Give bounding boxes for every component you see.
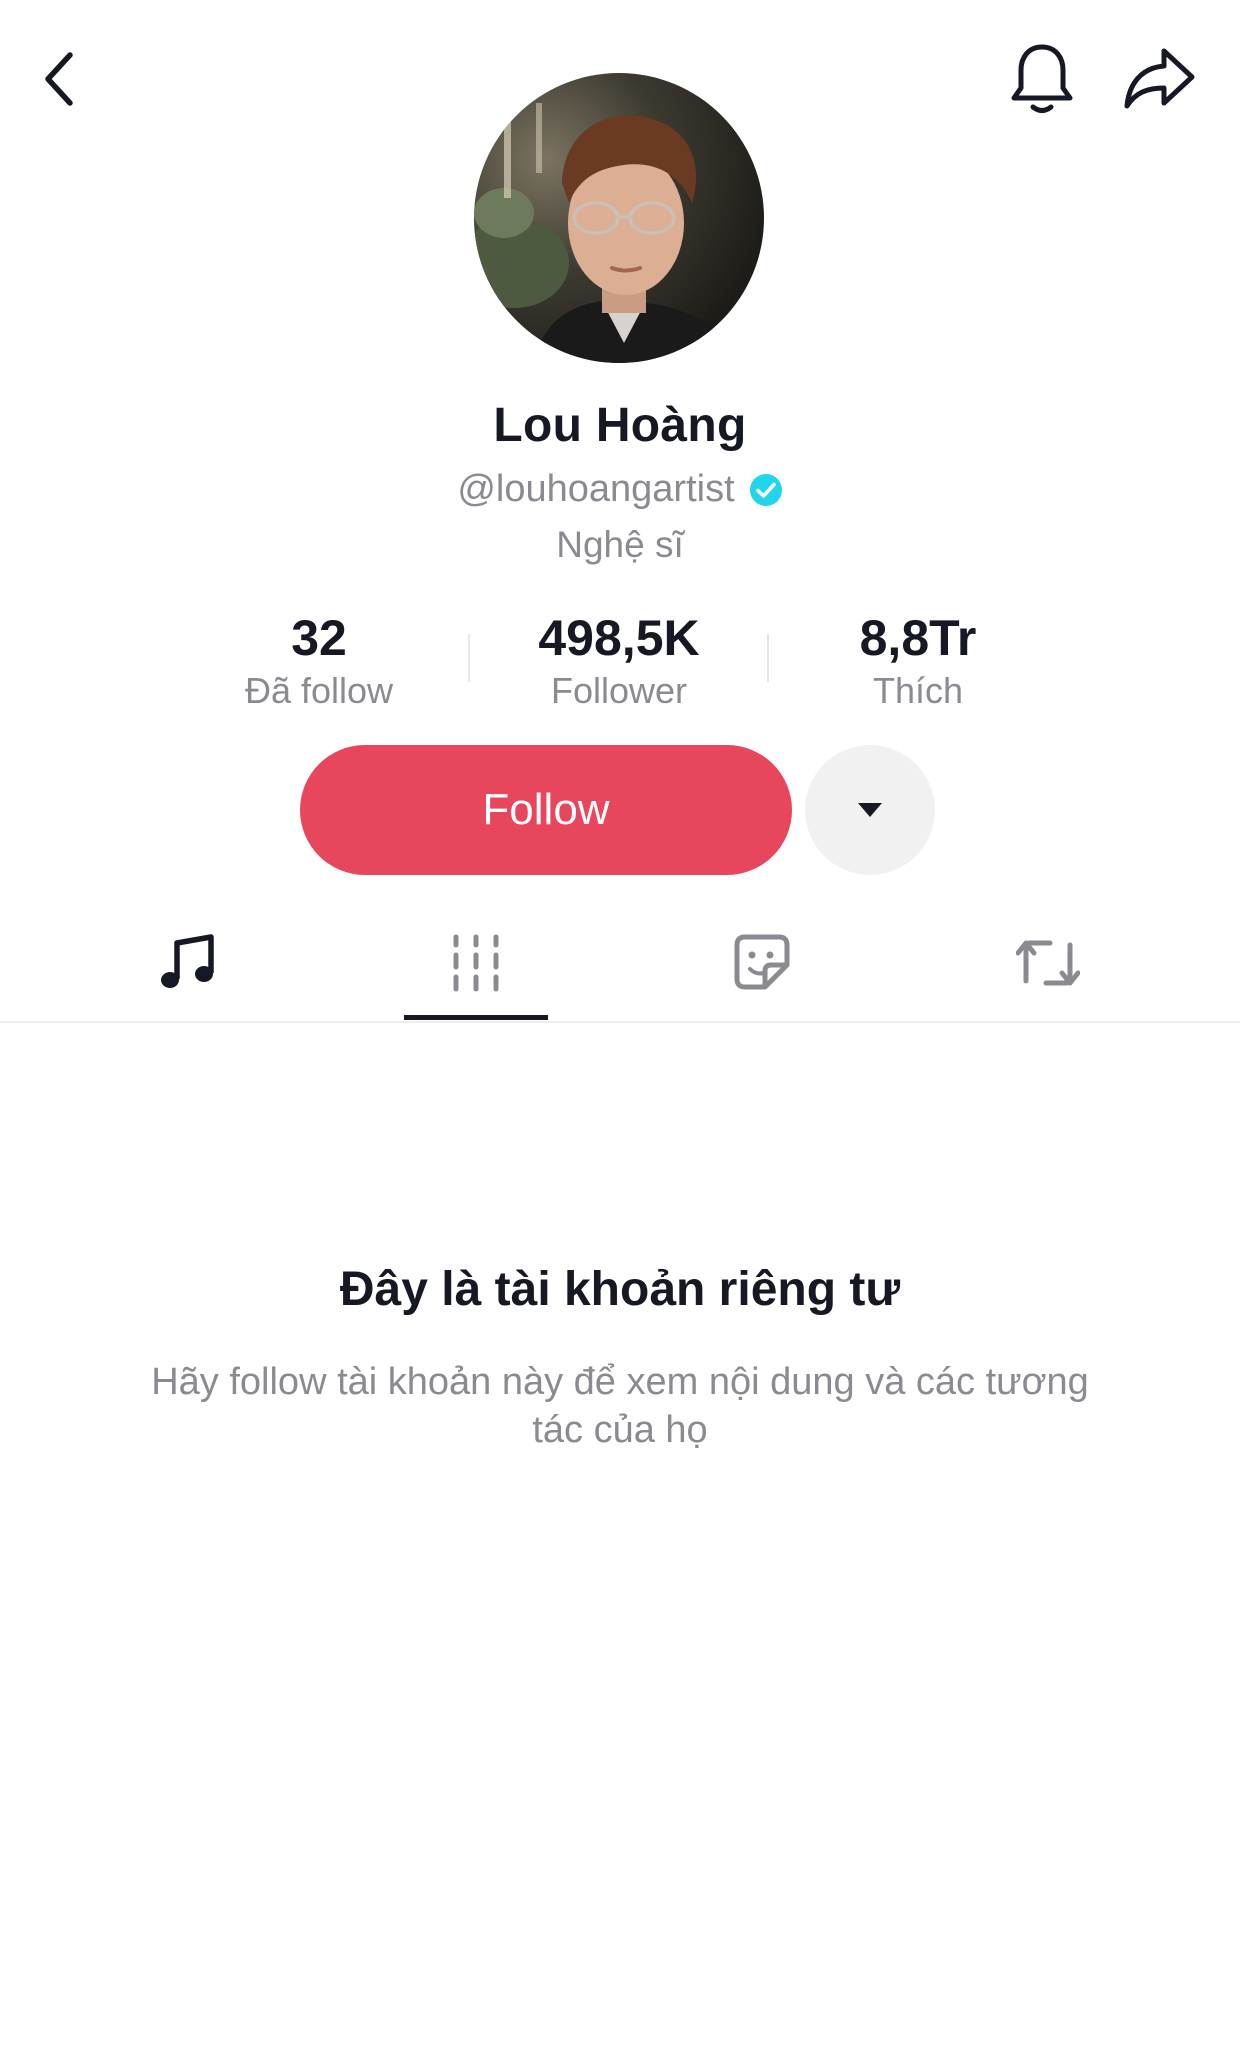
- profile-bio: Nghệ sĩ: [556, 524, 684, 565]
- stat-divider: [468, 634, 470, 682]
- stat-followers[interactable]: 498,5K Follower: [499, 608, 739, 714]
- profile-page: Lou Hoàng @louhoangartist Nghệ sĩ 32 Đã …: [0, 0, 1240, 2050]
- stat-likes[interactable]: 8,8Tr Thích: [798, 608, 1038, 714]
- following-count: 32: [291, 610, 347, 666]
- share-button[interactable]: [1115, 34, 1205, 124]
- caret-down-icon: [858, 803, 882, 817]
- followers-count: 498,5K: [538, 610, 700, 666]
- suggested-accounts-button[interactable]: [805, 745, 935, 875]
- tab-music[interactable]: [98, 905, 278, 1023]
- tab-reposts[interactable]: [958, 905, 1138, 1023]
- likes-label: Thích: [872, 670, 964, 711]
- grid-lines-icon: [453, 934, 499, 992]
- active-tab-indicator: [404, 1015, 548, 1020]
- profile-name: Lou Hoàng: [493, 399, 747, 452]
- tabs-divider: [0, 1021, 1240, 1023]
- sticker-icon: [734, 934, 790, 990]
- bell-icon: [1011, 44, 1073, 113]
- chevron-left-icon: [45, 52, 73, 106]
- handle-row: @louhoangartist: [0, 468, 1240, 511]
- music-note-icon: [161, 934, 214, 988]
- follow-button[interactable]: Follow: [300, 745, 792, 875]
- profile-handle: @louhoangartist: [457, 468, 735, 510]
- profile-tabs: [0, 905, 1240, 1023]
- back-button[interactable]: [15, 34, 105, 124]
- followers-label: Follower: [550, 670, 688, 711]
- tab-stickers[interactable]: [672, 905, 852, 1023]
- share-arrow-icon: [1124, 48, 1195, 109]
- following-label: Đã follow: [244, 670, 394, 711]
- likes-count: 8,8Tr: [859, 610, 977, 666]
- verified-badge-icon: [749, 473, 782, 506]
- private-account-subtitle: Hãy follow tài khoản này để xem nội dung…: [151, 1361, 1089, 1451]
- avatar[interactable]: [474, 73, 764, 363]
- notification-button[interactable]: [997, 34, 1087, 124]
- stat-following[interactable]: 32 Đã follow: [199, 608, 439, 714]
- private-account-title: Đây là tài khoản riêng tư: [339, 1263, 901, 1316]
- tab-videos[interactable]: [386, 905, 566, 1023]
- avatar-photo: [474, 73, 764, 363]
- repost-icon: [1016, 940, 1080, 986]
- stat-divider: [767, 634, 769, 682]
